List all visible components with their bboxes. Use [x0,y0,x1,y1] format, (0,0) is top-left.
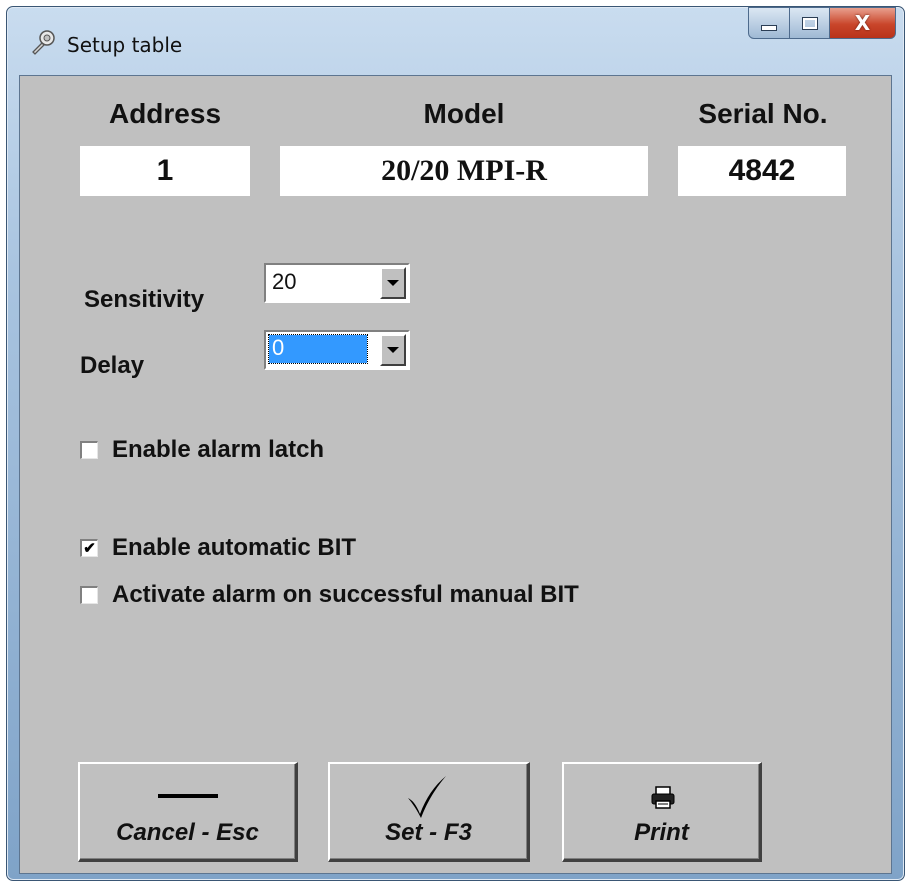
delay-dropdown-button[interactable] [380,334,406,366]
close-button[interactable]: X [830,7,896,39]
serial-header: Serial No. [698,98,828,129]
manual-bit-alarm-checkbox[interactable] [80,586,98,604]
cancel-button[interactable]: Cancel - Esc [78,762,298,862]
caption-buttons: X [748,7,896,39]
wrench-icon [32,30,55,55]
delay-selected-value: 0 [268,334,368,364]
sensitivity-label: Sensitivity [84,286,205,313]
minimize-icon [761,25,777,31]
delay-label: Delay [80,352,145,379]
automatic-bit-checkbox[interactable]: ✔ [80,539,98,557]
alarm-latch-label: Enable alarm latch [112,436,325,463]
minimize-button[interactable] [748,7,790,39]
automatic-bit-label: Enable automatic BIT [112,534,357,561]
sensitivity-selected-value: 20 [272,269,297,294]
printer-icon [651,786,675,809]
checkmark-icon [408,776,446,818]
print-button[interactable]: Print [562,762,762,862]
alarm-latch-checkbox[interactable] [80,441,98,459]
close-icon: X [854,11,871,35]
window-title: Setup table [67,33,183,57]
cancel-button-label: Cancel - Esc [116,819,259,846]
address-value: 1 [80,146,250,196]
manual-bit-alarm-option[interactable]: Activate alarm on successful manual BIT [80,581,579,609]
setup-table-window: Setup table X Address Model Serial No. 1… [6,6,905,881]
chevron-down-icon [387,280,399,286]
automatic-bit-option[interactable]: ✔ Enable automatic BIT [80,534,356,562]
print-button-label: Print [634,819,689,846]
dash-icon [158,794,218,798]
manual-bit-alarm-label: Activate alarm on successful manual BIT [112,581,579,608]
maximize-icon [801,16,818,30]
checkmark-icon: ✔ [83,540,96,557]
model-value: 20/20 MPI-R [280,146,648,196]
model-header: Model [423,98,505,129]
set-button-label: Set - F3 [385,819,472,846]
set-button[interactable]: Set - F3 [328,762,530,862]
sensitivity-dropdown-button[interactable] [380,267,406,299]
maximize-button[interactable] [790,7,830,39]
title-bar[interactable]: Setup table X [7,7,904,75]
serial-value: 4842 [678,146,846,196]
address-header: Address [108,98,222,129]
chevron-down-icon [387,347,399,353]
dialog-client-area: Address Model Serial No. 1 20/20 MPI-R 4… [19,75,892,874]
delay-dropdown[interactable]: 0 [264,330,410,370]
alarm-latch-option[interactable]: Enable alarm latch [80,436,324,464]
sensitivity-dropdown[interactable]: 20 [264,263,410,303]
